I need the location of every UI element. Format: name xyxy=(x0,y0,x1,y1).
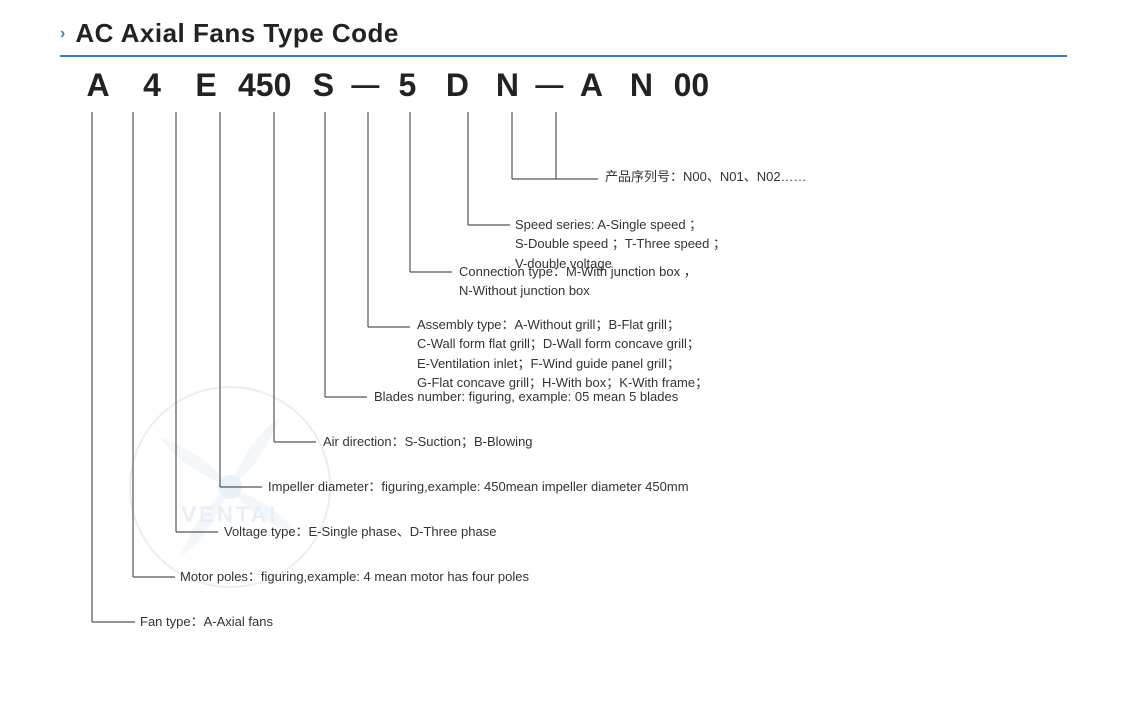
code-dash1: — xyxy=(351,69,379,101)
code-A2: A xyxy=(573,67,609,104)
code-N2: N xyxy=(623,67,659,104)
motor-poles-label: Motor poles：figuring,example: 4 mean mot… xyxy=(180,567,529,587)
code-450: 450 xyxy=(238,67,291,104)
voltage-type-label: Voltage type：E-Single phase、D-Three phas… xyxy=(224,522,496,542)
diagram-area: A 4 E 450 S — 5 D N — A N 00 xyxy=(60,67,1067,647)
code-dash2: — xyxy=(535,69,563,101)
code-5: 5 xyxy=(389,67,425,104)
page-container: › AC Axial Fans Type Code A 4 E 450 S — … xyxy=(0,0,1127,711)
impeller-diameter-label: Impeller diameter：figuring,example: 450m… xyxy=(268,477,689,497)
code-row: A 4 E 450 S — 5 D N — A N 00 xyxy=(80,67,709,104)
page-title: AC Axial Fans Type Code xyxy=(75,18,399,49)
code-E: E xyxy=(188,67,224,104)
fan-type-label: Fan type：A-Axial fans xyxy=(140,612,273,632)
blades-number-label: Blades number: figuring, example: 05 mea… xyxy=(374,387,678,407)
product-series-label: 产品序列号：N00、N01、N02…… xyxy=(605,167,807,187)
assembly-type-label: Assembly type：A-Without grill；B-Flat gri… xyxy=(417,315,708,393)
connection-type-label: Connection type：M-With junction box ， N-… xyxy=(459,262,697,301)
code-S: S xyxy=(305,67,341,104)
title-chevron-icon: › xyxy=(60,25,65,43)
code-N: N xyxy=(489,67,525,104)
code-00: 00 xyxy=(673,67,709,104)
code-A: A xyxy=(80,67,116,104)
air-direction-label: Air direction：S-Suction；B-Blowing xyxy=(323,432,533,452)
code-D: D xyxy=(439,67,475,104)
code-4: 4 xyxy=(134,67,170,104)
title-section: › AC Axial Fans Type Code xyxy=(60,18,1067,49)
title-underline xyxy=(60,55,1067,57)
